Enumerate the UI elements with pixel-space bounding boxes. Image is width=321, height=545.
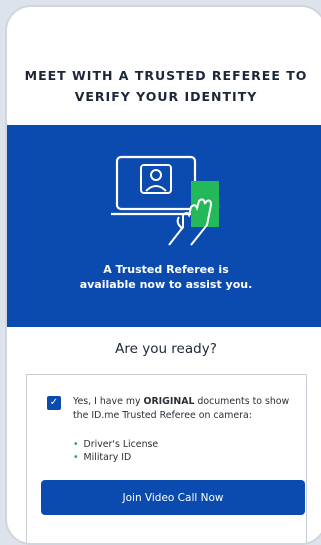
consent-text: Yes, I have my ORIGINAL documents to sho… <box>73 396 290 421</box>
phone-frame: MEET WITH A TRUSTED REFEREE TO VERIFY YO… <box>5 5 321 545</box>
list-item: • Driver's License <box>73 439 159 450</box>
hero-message: A Trusted Referee is available now to as… <box>79 263 253 291</box>
ready-prompt: Are you ready? <box>115 341 217 357</box>
checkmark-icon: ✓ <box>49 397 59 408</box>
consent-checkbox[interactable]: ✓ <box>47 396 61 410</box>
bullet-icon: • <box>73 439 79 450</box>
join-video-call-button[interactable]: Join Video Call Now <box>41 480 305 515</box>
list-item: • Military ID <box>73 452 132 463</box>
bullet-icon: • <box>73 452 79 463</box>
hero-banner: A Trusted Referee is available now to as… <box>7 125 321 327</box>
document-list: • Driver's License • Military ID <box>73 438 158 464</box>
page-title: MEET WITH A TRUSTED REFEREE TO VERIFY YO… <box>24 68 308 104</box>
video-call-illustration-icon <box>111 155 219 246</box>
consent-card: ✓ Yes, I have my ORIGINAL documents to s… <box>26 374 307 543</box>
